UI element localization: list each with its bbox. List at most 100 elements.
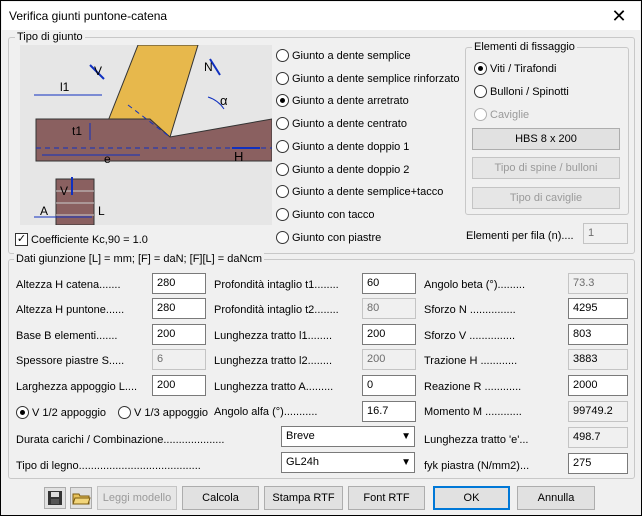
- elementi-per-fila-field[interactable]: 1: [583, 223, 628, 244]
- altezza-puntone-label: Altezza H puntone......: [16, 304, 125, 316]
- n-label: N: [204, 60, 213, 74]
- radio-dot-selected: [474, 62, 487, 75]
- open-folder-icon[interactable]: [70, 487, 92, 509]
- profondita-t1-label: Profondità intaglio t1........: [214, 279, 339, 291]
- durata-carichi-select[interactable]: Breve ▼: [281, 426, 415, 447]
- v-bottom-label: V: [60, 184, 68, 198]
- tratto-a-field[interactable]: 0: [362, 375, 416, 396]
- tipo-caviglie-button[interactable]: Tipo di caviglie: [472, 187, 620, 209]
- tratto-l1-field[interactable]: 200: [362, 324, 416, 345]
- profondita-t2-field[interactable]: 80: [362, 298, 416, 319]
- radio-giunto-1[interactable]: Giunto a dente semplice rinforzato: [276, 72, 460, 85]
- close-icon[interactable]: ✕: [608, 5, 630, 27]
- a-label: A: [40, 204, 48, 218]
- e-label: e: [104, 152, 111, 166]
- check-icon: ✓: [15, 233, 28, 246]
- angolo-beta-field[interactable]: 73.3: [568, 273, 628, 294]
- font-rtf-button[interactable]: Font RTF: [348, 486, 425, 510]
- base-elementi-field[interactable]: 200: [152, 324, 206, 345]
- h-label: H: [234, 149, 243, 164]
- chevron-down-icon: ▼: [401, 457, 411, 468]
- radio-viti[interactable]: Viti / Tirafondi: [474, 62, 556, 75]
- coefficiente-checkbox[interactable]: ✓ Coefficiente Kc,90 = 1.0: [15, 233, 148, 246]
- profondita-t1-field[interactable]: 60: [362, 273, 416, 294]
- trazione-h-label: Trazione H ............: [424, 355, 518, 367]
- base-elementi-label: Base B elementi.......: [16, 330, 118, 342]
- radio-giunto-3[interactable]: Giunto a dente centrato: [276, 117, 407, 130]
- dialog-window: Verifica giunti puntone-catena ✕ Tipo di…: [0, 0, 642, 516]
- radio-giunto-7[interactable]: Giunto con tacco: [276, 208, 375, 221]
- radio-giunto-4[interactable]: Giunto a dente doppio 1: [276, 140, 409, 153]
- radio-dot: [276, 231, 289, 244]
- radio-bulloni[interactable]: Bulloni / Spinotti: [474, 85, 569, 98]
- radio-dot: [276, 208, 289, 221]
- fyk-piastra-label: fyk piastra (N/mm2)...: [424, 460, 530, 472]
- radio-v-half[interactable]: V 1/2 appoggio: [16, 406, 106, 419]
- calcola-button[interactable]: Calcola: [182, 486, 259, 510]
- ok-button[interactable]: OK: [433, 486, 510, 510]
- larghezza-appoggio-label: Larghezza appoggio L....: [16, 381, 138, 393]
- tratto-l1-label: Lunghezza tratto l1........: [214, 330, 333, 342]
- larghezza-appoggio-field[interactable]: 200: [152, 375, 206, 396]
- leggi-modello-button[interactable]: Leggi modello: [97, 486, 177, 510]
- radio-dot-selected: [276, 94, 289, 107]
- radio-giunto-8[interactable]: Giunto con piastre: [276, 231, 381, 244]
- tipo-legno-label: Tipo di legno...........................…: [16, 460, 201, 472]
- reazione-r-field[interactable]: 2000: [568, 375, 628, 396]
- radio-dot: [276, 163, 289, 176]
- durata-carichi-label: Durata carichi / Combinazione...........…: [16, 434, 225, 446]
- spessore-piastre-label: Spessore piastre S.....: [16, 355, 125, 367]
- tratto-a-label: Lunghezza tratto A.........: [214, 381, 334, 393]
- angolo-alfa-field[interactable]: 16.7: [362, 401, 416, 422]
- annulla-button[interactable]: Annulla: [517, 486, 595, 510]
- radio-giunto-6[interactable]: Giunto a dente semplice+tacco: [276, 185, 443, 198]
- radio-v-third[interactable]: V 1/3 appoggio: [118, 406, 208, 419]
- tratto-e-label: Lunghezza tratto 'e'...: [424, 434, 529, 446]
- radio-dot: [276, 185, 289, 198]
- angolo-beta-label: Angolo beta (°).........: [424, 279, 526, 291]
- altezza-puntone-field[interactable]: 280: [152, 298, 206, 319]
- sforzo-n-field[interactable]: 4295: [568, 298, 628, 319]
- altezza-catena-label: Altezza H catena.......: [16, 279, 121, 291]
- alpha-label: α: [220, 93, 228, 108]
- radio-giunto-0[interactable]: Giunto a dente semplice: [276, 49, 411, 62]
- tipo-giunto-label: Tipo di giunto: [15, 31, 85, 43]
- sforzo-n-label: Sforzo N ...............: [424, 304, 516, 316]
- dati-giunzione-label: Dati giunzione [L] = mm; [F] = daN; [F][…: [14, 253, 265, 265]
- radio-dot-selected: [16, 406, 29, 419]
- v-top-label: V: [94, 64, 102, 78]
- fissaggio-label: Elementi di fissaggio: [472, 41, 577, 53]
- elementi-per-fila-label: Elementi per fila (n)....: [466, 230, 574, 242]
- trazione-h-field[interactable]: 3883: [568, 349, 628, 370]
- radio-dot: [276, 117, 289, 130]
- angolo-alfa-label: Angolo alfa (°)...........: [214, 406, 318, 418]
- reazione-r-label: Reazione R ............: [424, 381, 522, 393]
- tratto-l2-label: Lunghezza tratto l2........: [214, 355, 333, 367]
- tipo-legno-select[interactable]: GL24h ▼: [281, 452, 415, 473]
- radio-giunto-5[interactable]: Giunto a dente doppio 2: [276, 163, 409, 176]
- radio-dot: [118, 406, 131, 419]
- radio-dot: [276, 140, 289, 153]
- radio-giunto-2[interactable]: Giunto a dente arretrato: [276, 94, 409, 107]
- window-title: Verifica giunti puntone-catena: [9, 9, 168, 23]
- chevron-down-icon: ▼: [401, 431, 411, 442]
- altezza-catena-field[interactable]: 280: [152, 273, 206, 294]
- joint-diagram: l1 t1 e V N α H V A L: [20, 45, 272, 225]
- tratto-e-field[interactable]: 498.7: [568, 427, 628, 448]
- radio-caviglie[interactable]: Caviglie: [474, 108, 529, 121]
- momento-m-field[interactable]: 99749.2: [568, 401, 628, 422]
- tratto-l2-field[interactable]: 200: [362, 349, 416, 370]
- sforzo-v-field[interactable]: 803: [568, 324, 628, 345]
- radio-dot: [474, 108, 487, 121]
- radio-dot: [276, 72, 289, 85]
- tipo-spine-button[interactable]: Tipo di spine / bulloni: [472, 157, 620, 179]
- save-icon[interactable]: [44, 487, 66, 509]
- radio-dot: [474, 85, 487, 98]
- hbs-button[interactable]: HBS 8 x 200: [472, 128, 620, 150]
- l-label: L: [98, 204, 105, 218]
- spessore-piastre-field[interactable]: 6: [152, 349, 206, 370]
- fyk-piastra-field[interactable]: 275: [568, 453, 628, 474]
- sforzo-v-label: Sforzo V ...............: [424, 330, 516, 342]
- stampa-rtf-button[interactable]: Stampa RTF: [264, 486, 343, 510]
- radio-dot: [276, 49, 289, 62]
